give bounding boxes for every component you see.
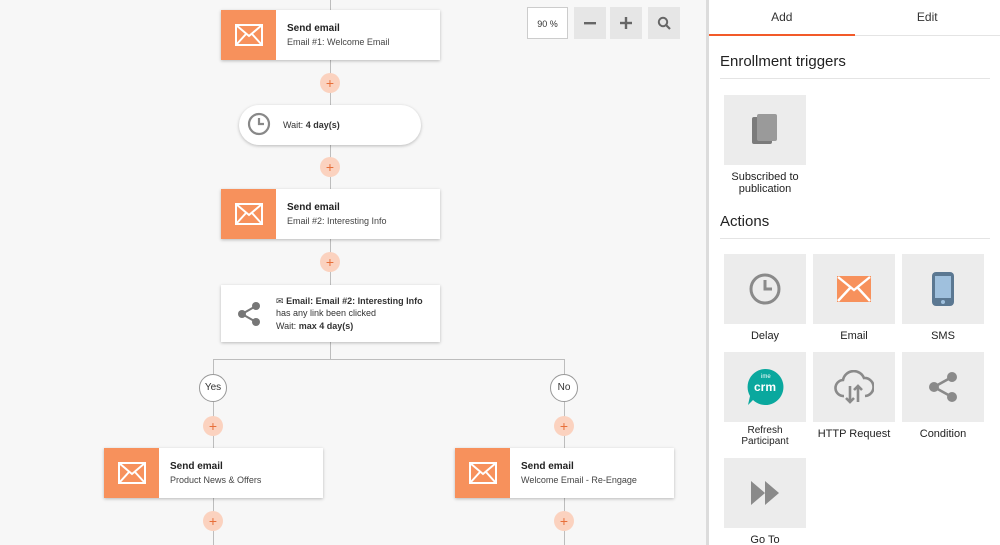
add-step-button[interactable]: +: [203, 416, 223, 436]
add-step-button[interactable]: +: [554, 416, 574, 436]
tile-label: Go To: [750, 534, 780, 545]
envelope-icon: [104, 448, 159, 498]
zoom-fit-button[interactable]: [648, 7, 680, 39]
condition-rule: has any link been clicked: [276, 308, 377, 319]
connector-line: [213, 359, 565, 360]
node-title: Send email: [521, 461, 574, 472]
add-step-button[interactable]: +: [320, 252, 340, 272]
crm-logo: ime crm: [724, 352, 806, 422]
trigger-subscribed-to-publication[interactable]: Subscribed to publication: [724, 95, 806, 195]
condition-wait-label: Wait:: [276, 320, 297, 331]
action-refresh-participant[interactable]: ime crm Refresh Participant: [724, 352, 806, 447]
node-title: Send email: [170, 461, 223, 472]
side-panel: Add Edit Enrollment triggers Subscribed …: [709, 0, 1000, 545]
actions-title: Actions: [720, 213, 770, 230]
workflow-canvas[interactable]: Send email Email #1: Welcome Email + Wai…: [0, 0, 706, 545]
node-title: Send email: [287, 202, 340, 213]
tile-label: HTTP Request: [817, 428, 891, 440]
zoom-level: 90 %: [527, 7, 568, 39]
condition-email-value: Email #2: Interesting Info: [315, 295, 423, 306]
action-http-request[interactable]: HTTP Request: [813, 352, 895, 440]
branch-no: No: [550, 374, 578, 402]
action-sms[interactable]: SMS: [902, 254, 984, 342]
node-subtitle: Product News & Offers: [170, 475, 262, 485]
clock-icon: [749, 273, 781, 305]
fast-forward-icon: [751, 481, 779, 505]
tile-label: Delay: [750, 330, 780, 342]
wait-node[interactable]: Wait: 4 day(s): [239, 105, 421, 145]
divider: [720, 238, 990, 239]
add-step-button[interactable]: +: [320, 73, 340, 93]
tile-label: Condition: [919, 428, 967, 440]
node-subtitle: Welcome Email - Re-Engage: [521, 475, 637, 485]
node-title: Send email: [287, 23, 340, 34]
branch-yes: Yes: [199, 374, 227, 402]
share-icon: [221, 301, 276, 327]
action-go-to[interactable]: Go To: [724, 458, 806, 545]
node-subtitle: Email #1: Welcome Email: [287, 37, 390, 47]
action-delay[interactable]: Delay: [724, 254, 806, 342]
add-step-button[interactable]: +: [320, 157, 340, 177]
cloud-transfer-icon: [834, 370, 874, 404]
send-email-node[interactable]: Send email Email #1: Welcome Email: [221, 10, 440, 60]
mail-small-icon: ✉: [276, 295, 284, 306]
tile-label: Refresh Participant: [741, 425, 789, 447]
send-email-node[interactable]: Send email Email #2: Interesting Info: [221, 189, 440, 239]
tile-label: Subscribed to publication: [731, 171, 799, 195]
zoom-out-button[interactable]: [574, 7, 606, 39]
envelope-icon: [221, 189, 276, 239]
minus-icon: [584, 22, 596, 25]
zoom-in-button[interactable]: [610, 7, 642, 39]
envelope-icon: [837, 276, 871, 302]
condition-wait-value: max 4 day(s): [298, 320, 354, 331]
divider: [720, 78, 990, 79]
add-step-button[interactable]: +: [203, 511, 223, 531]
envelope-icon: [455, 448, 510, 498]
document-stack-icon: [752, 114, 777, 144]
connector-line: [330, 341, 331, 359]
plus-icon: [620, 17, 632, 29]
tile-label: SMS: [931, 330, 955, 342]
share-icon: [929, 372, 957, 402]
enrollment-triggers-title: Enrollment triggers: [720, 53, 846, 70]
node-subtitle: Email #2: Interesting Info: [287, 216, 387, 226]
tab-add[interactable]: Add: [709, 0, 855, 36]
tile-label: Email: [840, 330, 868, 342]
crm-logo-text: crm: [754, 380, 777, 394]
tab-edit[interactable]: Edit: [854, 0, 1000, 36]
add-step-button[interactable]: +: [554, 511, 574, 531]
condition-node[interactable]: ✉ Email: Email #2: Interesting Info has …: [221, 285, 440, 342]
mobile-phone-icon: [932, 272, 954, 306]
send-email-node[interactable]: Send email Product News & Offers: [104, 448, 323, 498]
envelope-icon: [221, 10, 276, 60]
condition-email-label: Email:: [286, 295, 314, 306]
search-icon: [657, 16, 671, 30]
wait-label: Wait:: [283, 120, 304, 130]
wait-value: 4 day(s): [305, 120, 340, 130]
clock-icon: [247, 112, 271, 138]
send-email-node[interactable]: Send email Welcome Email - Re-Engage: [455, 448, 674, 498]
action-condition[interactable]: Condition: [902, 352, 984, 440]
panel-tabs: Add Edit: [709, 0, 1000, 36]
action-email[interactable]: Email: [813, 254, 895, 342]
